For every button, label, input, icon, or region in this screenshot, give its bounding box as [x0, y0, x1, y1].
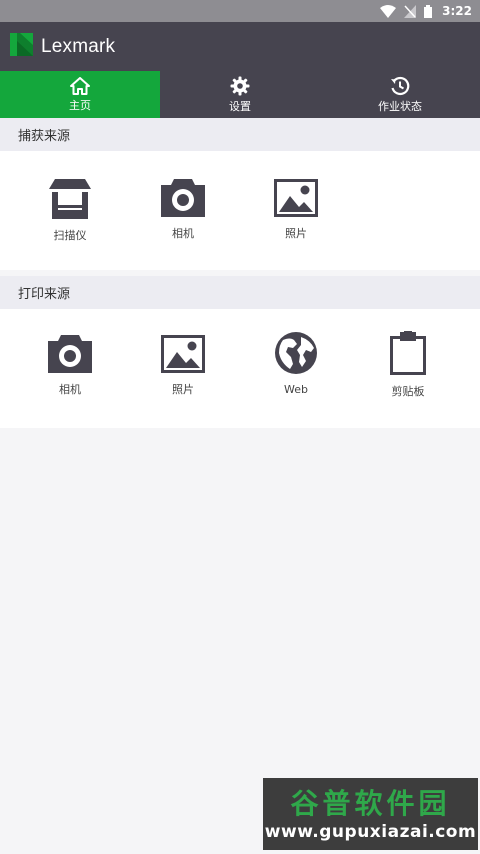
watermark-url: www.gupuxiazai.com [264, 822, 477, 842]
photo-icon [161, 335, 205, 373]
gear-icon [230, 76, 250, 98]
status-bar: 3:22 [0, 0, 480, 22]
watermark: 谷普软件园 www.gupuxiazai.com [263, 778, 478, 850]
tab-label: 作业状态 [378, 99, 422, 113]
tile-label: 照片 [172, 383, 194, 396]
tab-label: 设置 [229, 99, 251, 113]
camera-icon [161, 179, 205, 217]
capture-section: 扫描仪 相机 照片 [0, 151, 480, 270]
capture-camera-button[interactable]: 相机 [133, 179, 233, 241]
tile-label: 相机 [172, 227, 194, 240]
tile-label: Web [284, 383, 308, 396]
tile-label: 照片 [285, 227, 307, 240]
tile-label: 扫描仪 [53, 229, 87, 242]
no-signal-icon [404, 4, 417, 18]
tab-settings[interactable]: 设置 [160, 71, 320, 118]
clipboard-icon [390, 331, 426, 375]
print-photo-button[interactable]: 照片 [133, 335, 233, 397]
print-clipboard-button[interactable]: 剪贴板 [358, 331, 458, 399]
lexmark-logo-icon [10, 33, 41, 60]
print-camera-button[interactable]: 相机 [20, 335, 120, 397]
status-time: 3:22 [442, 4, 472, 18]
tab-home[interactable]: 主页 [0, 71, 160, 118]
print-web-button[interactable]: Web [246, 331, 346, 396]
tab-bar: 主页 设置 作业状态 [0, 71, 480, 118]
home-icon [70, 76, 90, 97]
globe-icon [274, 331, 318, 375]
tab-job-status[interactable]: 作业状态 [320, 71, 480, 118]
watermark-title: 谷普软件园 [290, 787, 451, 820]
tab-label: 主页 [69, 98, 91, 112]
print-section: 相机 照片 Web 剪贴板 [0, 309, 480, 428]
capture-section-header: 捕获来源 [0, 118, 480, 151]
wifi-icon [380, 4, 397, 18]
history-icon [390, 76, 410, 98]
capture-scanner-button[interactable]: 扫描仪 [20, 179, 120, 243]
app-bar: Lexmark [0, 22, 480, 71]
battery-icon [424, 4, 433, 18]
camera-icon [48, 335, 92, 373]
tile-label: 剪贴板 [391, 385, 425, 398]
app-title: Lexmark [41, 35, 116, 57]
capture-photo-button[interactable]: 照片 [246, 179, 346, 241]
print-section-header: 打印来源 [0, 276, 480, 309]
tile-label: 相机 [59, 383, 81, 396]
scanner-icon [49, 179, 91, 219]
photo-icon [274, 179, 318, 217]
